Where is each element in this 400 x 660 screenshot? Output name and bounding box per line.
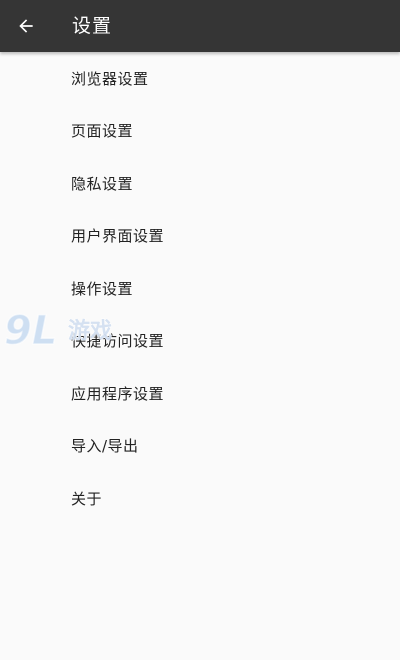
page-title: 设置 [72, 15, 113, 37]
settings-item-operation[interactable]: 操作设置 [0, 262, 400, 315]
settings-item-user-interface[interactable]: 用户界面设置 [0, 210, 400, 263]
settings-screen: 设置 浏览器设置 页面设置 隐私设置 用户界面设置 操作设置 快捷访问设置 应用… [0, 0, 400, 660]
settings-item-browser[interactable]: 浏览器设置 [0, 52, 400, 105]
settings-item-about[interactable]: 关于 [0, 472, 400, 525]
settings-item-application[interactable]: 应用程序设置 [0, 367, 400, 420]
back-button[interactable] [4, 4, 48, 48]
settings-list: 浏览器设置 页面设置 隐私设置 用户界面设置 操作设置 快捷访问设置 应用程序设… [0, 52, 400, 525]
settings-item-import-export[interactable]: 导入/导出 [0, 420, 400, 473]
arrow-left-icon [16, 16, 36, 36]
app-bar: 设置 [0, 0, 400, 52]
settings-item-page[interactable]: 页面设置 [0, 105, 400, 158]
settings-item-quick-access[interactable]: 快捷访问设置 [0, 315, 400, 368]
settings-item-privacy[interactable]: 隐私设置 [0, 157, 400, 210]
